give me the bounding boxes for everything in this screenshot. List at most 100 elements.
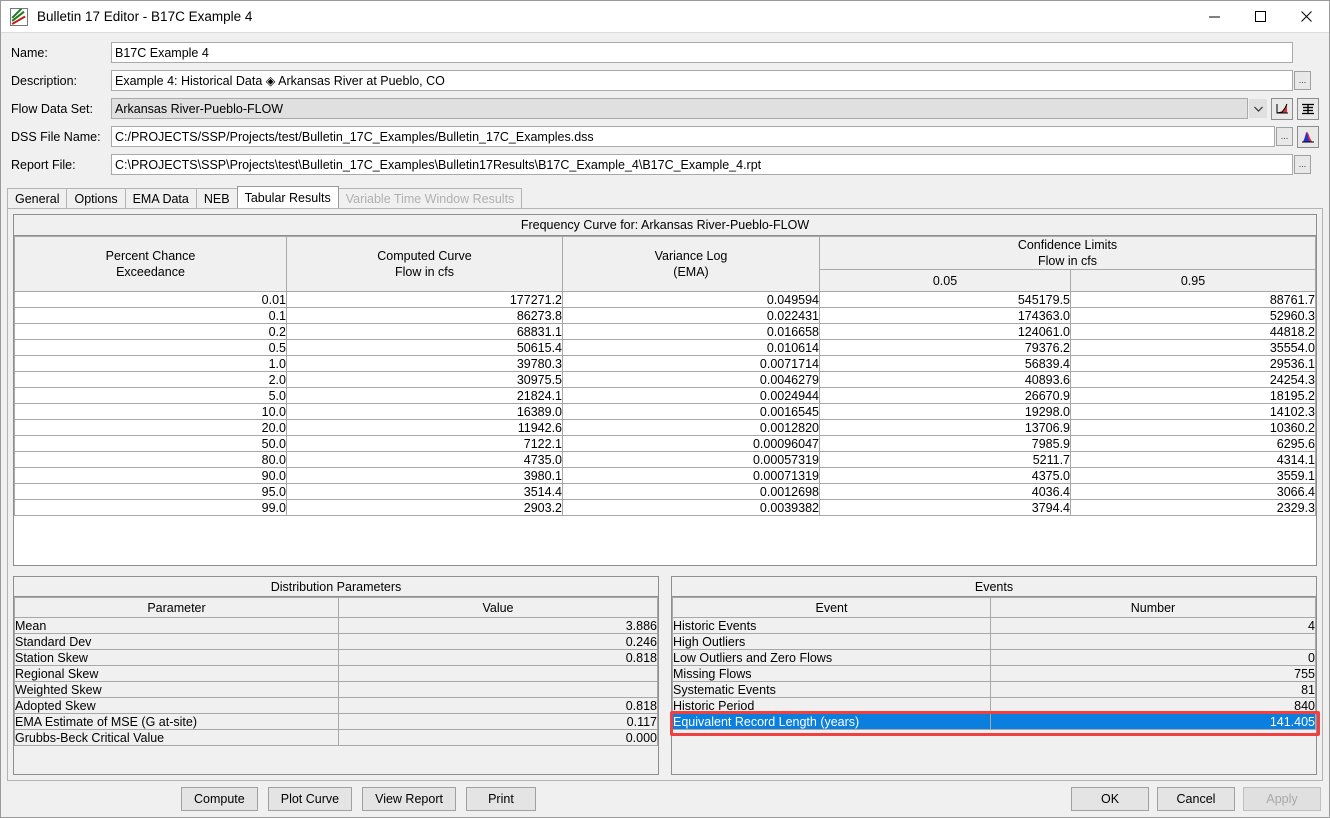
cell-confidence-high: 44818.2 [1070,323,1316,340]
table-row[interactable]: 0.01 177271.2 0.049594 545179.5 88761.7 [14,291,1316,308]
chevron-down-icon[interactable] [1249,99,1267,118]
field-row-name: Name: B17C Example 4 [11,39,1319,66]
cell-confidence-low: 56839.4 [819,355,1071,372]
table-row[interactable]: Systematic Events 81 [672,681,1316,698]
tab-options[interactable]: Options [66,188,126,208]
frequency-curve-body: 0.01 177271.2 0.049594 545179.5 88761.7 0.1 86… [14,291,1316,516]
cell-confidence-low: 174363.0 [819,307,1071,324]
table-row[interactable]: 2.0 30975.5 0.0046279 40893.6 24254.3 [14,371,1316,388]
report-file-input[interactable]: C:\PROJECTS\SSP\Projects\test\Bulletin_1… [111,154,1293,175]
table-row[interactable]: Standard Dev 0.246 [14,633,658,650]
frequency-curve-header: Percent Chance Exceedance Computed Curve… [14,236,1316,292]
col-confidence-line2: Flow in cfs [1037,254,1098,268]
cell-variance-log: 0.0039382 [562,499,820,516]
flow-data-set-combo[interactable]: Arkansas River-Pueblo-FLOW [111,98,1248,119]
name-label: Name: [11,45,48,60]
app-chart-icon [10,7,28,26]
cell-confidence-high: 29536.1 [1070,355,1316,372]
cell-parameter-value: 0.818 [338,649,658,666]
cell-parameter-value: 0.246 [338,633,658,650]
events-title: Events [672,577,1316,597]
cancel-button[interactable]: Cancel [1157,787,1235,811]
table-row[interactable]: 5.0 21824.1 0.0024944 26670.9 18195.2 [14,387,1316,404]
cell-confidence-high: 88761.7 [1070,291,1316,308]
events-body: Historic Events 4 High Outliers Low Outlier… [672,617,1316,730]
cell-computed-curve: 68831.1 [286,323,563,340]
table-row[interactable]: 99.0 2903.2 0.0039382 3794.4 2329.3 [14,499,1316,516]
description-input[interactable]: Example 4: Historical Data ◈ Arkansas Ri… [111,70,1293,91]
cell-parameter-name: Station Skew [14,649,339,666]
col-percent-chance-line1: Percent Chance [105,249,196,263]
cell-event-name: Historic Period [672,697,991,714]
table-row[interactable]: 0.1 86273.8 0.022431 174363.0 52960.3 [14,307,1316,324]
table-row[interactable]: 0.2 68831.1 0.016658 124061.0 44818.2 [14,323,1316,340]
table-row[interactable]: 10.0 16389.0 0.0016545 19298.0 14102.3 [14,403,1316,420]
cell-variance-log: 0.0012698 [562,483,820,500]
table-row[interactable]: EMA Estimate of MSE (G at-site) 0.117 [14,713,658,730]
cell-parameter-name: Weighted Skew [14,681,339,698]
cell-confidence-low: 7985.9 [819,435,1071,452]
table-row[interactable]: Historic Events 4 [672,617,1316,634]
cell-variance-log: 0.010614 [562,339,820,356]
dss-file-input[interactable]: C:/PROJECTS/SSP/Projects/test/Bulletin_1… [111,126,1275,147]
table-row[interactable]: Historic Period 840 [672,697,1316,714]
action-buttons: Compute Plot Curve View Report Print [181,787,546,811]
col-parameter: Parameter [14,597,339,618]
table-row[interactable]: Adopted Skew 0.818 [14,697,658,714]
name-input[interactable]: B17C Example 4 [111,42,1293,63]
description-browse-button[interactable]: ... [1294,71,1311,90]
compute-button[interactable]: Compute [181,787,258,811]
tab-ema-data[interactable]: EMA Data [124,188,197,208]
cell-confidence-high: 52960.3 [1070,307,1316,324]
description-label: Description: [11,73,77,88]
tab-general[interactable]: General [7,188,68,208]
print-button[interactable]: Print [465,787,536,811]
table-row[interactable]: Grubbs-Beck Critical Value 0.000 [14,729,658,746]
col-number: Number [990,597,1316,618]
dss-file-browse-button[interactable]: ... [1276,127,1293,146]
cell-computed-curve: 50615.4 [286,339,563,356]
plot-curve-icon[interactable] [1271,97,1293,120]
histogram-icon[interactable] [1297,125,1319,148]
table-row[interactable]: 0.5 50615.4 0.010614 79376.2 35554.0 [14,339,1316,356]
table-row[interactable]: 90.0 3980.1 0.00071319 4375.0 3559.1 [14,467,1316,484]
minimize-icon[interactable] [1191,1,1237,33]
summary-tables-row: Distribution Parameters Parameter Value … [13,576,1320,775]
form-fields: Name: B17C Example 4 Description: Exampl… [1,33,1329,181]
table-row[interactable]: Regional Skew [14,665,658,682]
ok-button[interactable]: OK [1071,787,1149,811]
cell-event-name: Equivalent Record Length (years) [672,713,991,730]
report-file-browse-button[interactable]: ... [1294,155,1311,174]
table-row[interactable]: Missing Flows 755 [672,665,1316,682]
cell-event-name: Low Outliers and Zero Flows [672,649,991,666]
table-row[interactable]: Low Outliers and Zero Flows 0 [672,649,1316,666]
table-row[interactable]: 95.0 3514.4 0.0012698 4036.4 3066.4 [14,483,1316,500]
table-row[interactable]: 1.0 39780.3 0.0071714 56839.4 29536.1 [14,355,1316,372]
maximize-icon[interactable] [1237,1,1283,33]
table-row[interactable]: Station Skew 0.818 [14,649,658,666]
cell-parameter-name: Adopted Skew [14,697,339,714]
cell-confidence-high: 24254.3 [1070,371,1316,388]
flow-data-set-label: Flow Data Set: [11,101,93,116]
cell-percent-chance: 20.0 [14,419,287,436]
table-row[interactable]: Mean 3.886 [14,617,658,634]
tab-neb[interactable]: NEB [195,188,238,208]
table-row[interactable]: 80.0 4735.0 0.00057319 5211.7 4314.1 [14,451,1316,468]
table-row[interactable]: Weighted Skew [14,681,658,698]
window-controls [1191,1,1329,33]
tab-tabular-results[interactable]: Tabular Results [236,186,339,208]
plot-curve-button[interactable]: Plot Curve [267,787,353,811]
table-row-selected[interactable]: Equivalent Record Length (years) 141.405 [672,713,1316,730]
events-panel: Events Event Number Historic Events 4 High… [670,576,1320,775]
table-row[interactable]: High Outliers [672,633,1316,650]
table-row[interactable]: 50.0 7122.1 0.00096047 7985.9 6295.6 [14,435,1316,452]
cell-variance-log: 0.0071714 [562,355,820,372]
cell-confidence-high: 10360.2 [1070,419,1316,436]
col-parameter-value: Value [338,597,658,618]
table-row[interactable]: 20.0 11942.6 0.0012820 13706.9 10360.2 [14,419,1316,436]
cell-confidence-low: 545179.5 [819,291,1071,308]
close-icon[interactable] [1283,1,1329,33]
cell-parameter-name: Regional Skew [14,665,339,682]
table-view-icon[interactable] [1297,97,1319,120]
view-report-button[interactable]: View Report [362,787,456,811]
